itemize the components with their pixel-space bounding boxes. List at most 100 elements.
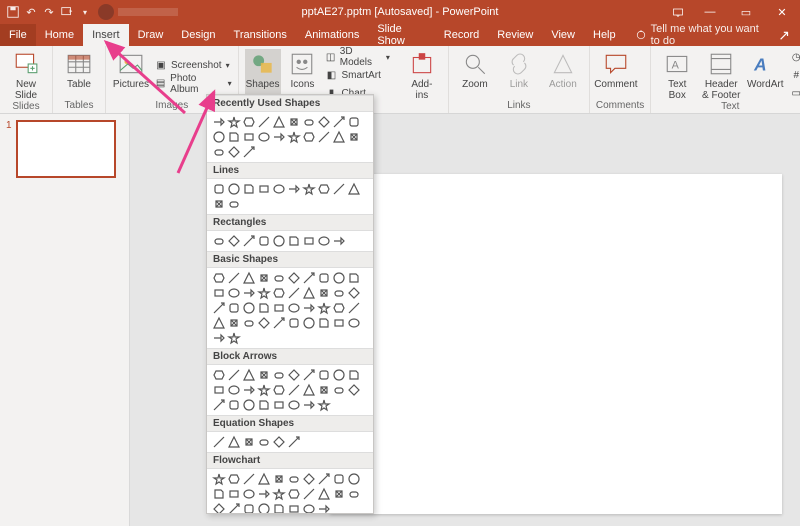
tab-insert[interactable]: Insert bbox=[83, 24, 129, 46]
shape-item[interactable] bbox=[317, 316, 330, 329]
tab-help[interactable]: Help bbox=[584, 24, 625, 46]
share-button[interactable]: ↗ bbox=[768, 24, 800, 46]
shape-item[interactable] bbox=[212, 316, 225, 329]
shape-item[interactable] bbox=[317, 286, 330, 299]
shape-item[interactable] bbox=[347, 383, 360, 396]
shape-item[interactable] bbox=[272, 130, 285, 143]
shape-item[interactable] bbox=[212, 286, 225, 299]
shape-item[interactable] bbox=[332, 383, 345, 396]
shape-item[interactable] bbox=[287, 182, 300, 195]
slide-number-button[interactable]: # bbox=[789, 67, 800, 83]
slide[interactable] bbox=[330, 174, 782, 514]
shape-item[interactable] bbox=[227, 487, 240, 500]
shape-item[interactable] bbox=[272, 234, 285, 247]
shape-item[interactable] bbox=[257, 286, 270, 299]
screenshot-button[interactable]: ▣Screenshot▾ bbox=[154, 58, 232, 74]
shape-item[interactable] bbox=[242, 502, 255, 514]
shape-item[interactable] bbox=[272, 316, 285, 329]
tab-home[interactable]: Home bbox=[36, 24, 83, 46]
shape-item[interactable] bbox=[287, 398, 300, 411]
shape-item[interactable] bbox=[302, 234, 315, 247]
close-button[interactable]: ✕ bbox=[764, 0, 800, 24]
pictures-button[interactable]: Pictures bbox=[112, 49, 150, 100]
shape-item[interactable] bbox=[347, 286, 360, 299]
start-from-beginning-icon[interactable] bbox=[60, 5, 74, 19]
shape-item[interactable] bbox=[227, 115, 240, 128]
object-button[interactable]: ▭ bbox=[789, 85, 800, 101]
shape-item[interactable] bbox=[272, 115, 285, 128]
tab-file[interactable]: File bbox=[0, 24, 36, 46]
shape-item[interactable] bbox=[302, 130, 315, 143]
3d-models-button[interactable]: ◫3D Models▾ bbox=[324, 49, 389, 65]
shape-item[interactable] bbox=[257, 182, 270, 195]
tab-record[interactable]: Record bbox=[435, 24, 488, 46]
shape-item[interactable] bbox=[347, 115, 360, 128]
shape-item[interactable] bbox=[332, 130, 345, 143]
shape-item[interactable] bbox=[257, 472, 270, 485]
shape-item[interactable] bbox=[257, 398, 270, 411]
shape-item[interactable] bbox=[242, 472, 255, 485]
shape-item[interactable] bbox=[272, 502, 285, 514]
textbox-button[interactable]: ATextBox bbox=[657, 49, 697, 101]
photo-album-button[interactable]: ▤Photo Album▾ bbox=[154, 76, 232, 92]
tab-view[interactable]: View bbox=[542, 24, 584, 46]
shape-item[interactable] bbox=[272, 271, 285, 284]
date-time-button[interactable]: ◷ bbox=[789, 49, 800, 65]
shape-item[interactable] bbox=[242, 286, 255, 299]
shape-item[interactable] bbox=[302, 502, 315, 514]
minimize-button[interactable]: — bbox=[692, 0, 728, 24]
zoom-button[interactable]: Zoom bbox=[455, 49, 495, 100]
shape-item[interactable] bbox=[332, 368, 345, 381]
shape-item[interactable] bbox=[287, 368, 300, 381]
shape-item[interactable] bbox=[242, 145, 255, 158]
tell-me[interactable]: Tell me what you want to do bbox=[635, 24, 769, 46]
shape-item[interactable] bbox=[272, 368, 285, 381]
shape-item[interactable] bbox=[287, 271, 300, 284]
shape-item[interactable] bbox=[302, 301, 315, 314]
tab-draw[interactable]: Draw bbox=[129, 24, 173, 46]
shape-item[interactable] bbox=[347, 487, 360, 500]
shape-item[interactable] bbox=[257, 115, 270, 128]
shape-item[interactable] bbox=[317, 383, 330, 396]
shape-item[interactable] bbox=[257, 301, 270, 314]
shape-item[interactable] bbox=[227, 316, 240, 329]
header-footer-button[interactable]: Header& Footer bbox=[701, 49, 741, 101]
shape-item[interactable] bbox=[242, 130, 255, 143]
shape-item[interactable] bbox=[257, 368, 270, 381]
shape-item[interactable] bbox=[227, 286, 240, 299]
shape-item[interactable] bbox=[317, 487, 330, 500]
shape-item[interactable] bbox=[332, 286, 345, 299]
shape-item[interactable] bbox=[242, 316, 255, 329]
shape-item[interactable] bbox=[257, 435, 270, 448]
addins-button[interactable]: Add-ins bbox=[402, 49, 442, 101]
shape-item[interactable] bbox=[287, 286, 300, 299]
shape-item[interactable] bbox=[212, 271, 225, 284]
shape-item[interactable] bbox=[287, 502, 300, 514]
tab-review[interactable]: Review bbox=[488, 24, 542, 46]
shape-item[interactable] bbox=[227, 234, 240, 247]
shape-item[interactable] bbox=[287, 301, 300, 314]
shape-item[interactable] bbox=[212, 130, 225, 143]
shape-item[interactable] bbox=[332, 487, 345, 500]
shape-item[interactable] bbox=[257, 383, 270, 396]
shape-item[interactable] bbox=[287, 472, 300, 485]
shape-item[interactable] bbox=[212, 301, 225, 314]
shape-item[interactable] bbox=[332, 316, 345, 329]
shape-item[interactable] bbox=[302, 472, 315, 485]
shape-item[interactable] bbox=[212, 145, 225, 158]
shape-item[interactable] bbox=[347, 271, 360, 284]
table-button[interactable]: Table bbox=[59, 49, 99, 100]
shape-item[interactable] bbox=[257, 316, 270, 329]
shape-item[interactable] bbox=[317, 472, 330, 485]
shape-item[interactable] bbox=[317, 115, 330, 128]
shape-item[interactable] bbox=[227, 502, 240, 514]
link-button[interactable]: Link bbox=[499, 49, 539, 100]
tab-transitions[interactable]: Transitions bbox=[225, 24, 296, 46]
user-account[interactable] bbox=[98, 4, 178, 20]
shape-item[interactable] bbox=[347, 316, 360, 329]
slide-thumbnail-1[interactable]: 1 bbox=[6, 120, 123, 178]
shape-item[interactable] bbox=[332, 301, 345, 314]
shape-item[interactable] bbox=[212, 115, 225, 128]
shape-item[interactable] bbox=[212, 487, 225, 500]
shape-item[interactable] bbox=[272, 398, 285, 411]
